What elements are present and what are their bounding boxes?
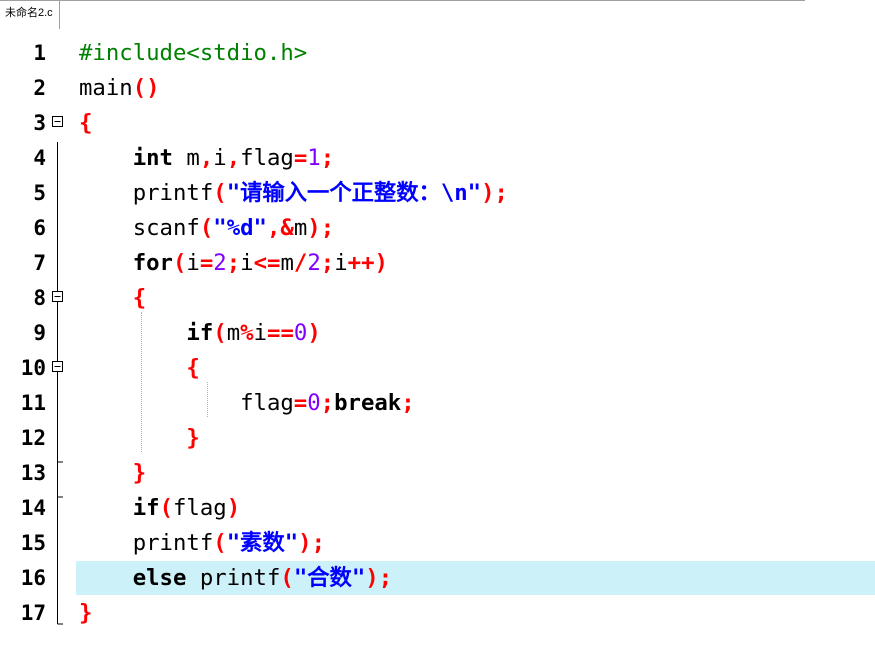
tab-file-label: 未命名2.c [5,7,53,19]
code-text: { [79,110,93,136]
line-number: 1 [33,41,46,65]
code-text: #include<stdio.h> [79,40,308,66]
code-text: printf("素数"); [132,530,326,556]
line-number: 13 [20,461,46,485]
code-text: if(m%i==0) [186,320,321,346]
code-line: 6 scanf("%d",&m); [0,211,875,246]
code-line-current: 16 else printf("合数"); [0,561,875,596]
code-text: } [132,460,147,486]
code-text: if(flag) [132,495,241,521]
code-line: 10 { [0,351,875,386]
code-line: 5 printf("请输入一个正整数：\n"); [0,176,875,211]
code-line: 9 if(m%i==0) [0,316,875,351]
line-number: 3 [33,111,46,135]
line-number: 9 [33,321,46,345]
line-number: 12 [20,426,46,450]
code-text: } [186,425,200,451]
line-number: 5 [33,181,46,205]
code-line: 11 flag=0;break; [0,386,875,421]
code-text: { [186,355,200,381]
fold-collapse-icon[interactable] [49,106,66,141]
code-text: } [79,600,93,626]
code-text: main() [79,75,160,101]
code-line: 14 if(flag) [0,491,875,526]
fold-collapse-icon[interactable] [49,351,66,386]
line-number: 16 [20,566,46,590]
line-number: 4 [33,146,46,170]
code-line: 4 int m,i,flag=1; [0,141,875,176]
code-line: 1 #include<stdio.h> [0,36,875,71]
code-line: 3 { [0,106,875,141]
line-number: 7 [33,251,46,275]
line-number: 10 [20,356,46,380]
code-line: 13 } [0,456,875,491]
code-line: 17 } [0,596,875,631]
fold-collapse-icon[interactable] [49,281,66,316]
code-line: 7 for(i=2;i<=m/2;i++) [0,246,875,281]
line-number: 6 [33,216,46,240]
line-number: 15 [20,531,46,555]
code-text: for(i=2;i<=m/2;i++) [132,250,388,276]
code-text: { [132,285,147,311]
code-text: printf("请输入一个正整数：\n"); [132,180,508,206]
code-text: int m,i,flag=1; [132,145,335,171]
tab-file[interactable]: 未命名2.c [1,0,60,29]
code-line: 15 printf("素数"); [0,526,875,561]
line-number: 2 [33,76,46,100]
code-text: scanf("%d",&m); [132,215,335,241]
code-line: 12 } [0,421,875,456]
line-number: 11 [20,391,46,415]
code-line: 8 { [0,281,875,316]
tab-bar: 未命名2.c [0,0,875,30]
code-text: flag=0;break; [240,390,415,416]
line-number: 8 [33,286,46,310]
line-number: 14 [20,496,46,520]
code-text: else printf("合数"); [132,565,393,591]
line-number: 17 [20,601,46,625]
code-line: 2 main() [0,71,875,106]
